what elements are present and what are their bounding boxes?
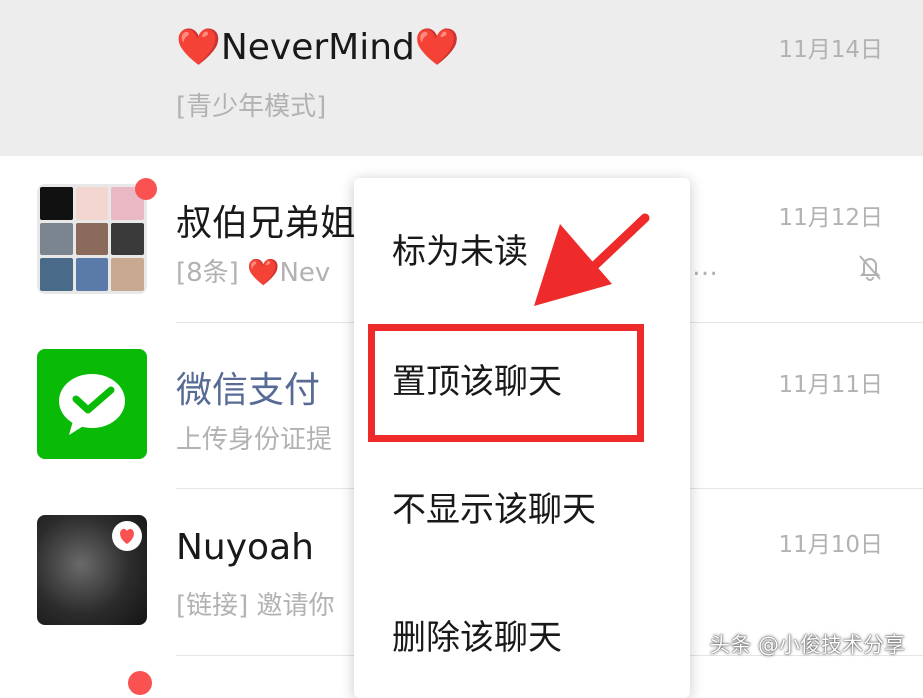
menu-item-hide-chat[interactable]: 不显示该聊天 (392, 482, 596, 531)
watermark: 头条 @小俊技术分享 (709, 633, 905, 657)
group-avatar (37, 184, 147, 294)
chat-preview: [青少年模式] (176, 92, 327, 122)
chat-name: 叔伯兄弟姐 (176, 203, 357, 244)
unread-dot (135, 178, 157, 200)
menu-item-delete-chat[interactable]: 删除该聊天 (392, 610, 562, 659)
chat-time: 11月11日 (778, 372, 883, 398)
chat-time: 11月14日 (778, 37, 883, 63)
wechat-pay-icon (59, 374, 125, 435)
chat-preview-overflow: … (692, 252, 718, 282)
chat-preview: [链接] 邀请你 (176, 591, 335, 621)
chat-time: 11月10日 (778, 532, 883, 558)
wechat-pay-avatar (37, 349, 147, 459)
chat-time: 11月12日 (778, 205, 883, 231)
chat-preview: 上传身份证提 (176, 425, 333, 455)
mute-bell-icon (859, 255, 881, 281)
unread-dot (128, 671, 152, 695)
chat-name: Nuyoah (176, 527, 314, 568)
heart-icon (112, 521, 142, 551)
nuyoah-avatar (37, 515, 147, 625)
chat-name: ❤️NeverMind❤️ (176, 27, 460, 68)
highlight-box (368, 324, 644, 442)
chat-row-nevermind[interactable]: ❤️NeverMind❤️ [青少年模式] 11月14日 (0, 0, 923, 156)
chat-name: 微信支付 (176, 370, 321, 411)
menu-item-mark-unread[interactable]: 标为未读 (392, 224, 528, 273)
chat-preview: [8条] ❤️Nev (176, 258, 331, 288)
